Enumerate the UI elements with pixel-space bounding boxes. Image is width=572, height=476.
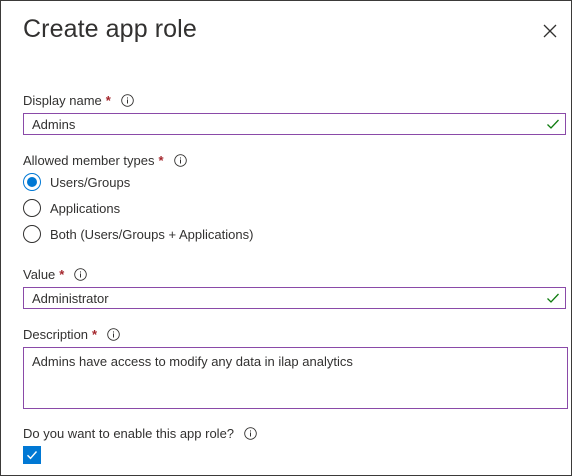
member-types-label: Allowed member types [23, 153, 155, 168]
info-icon[interactable] [74, 268, 88, 281]
required-marker: * [59, 267, 65, 282]
radio-label: Both (Users/Groups + Applications) [50, 226, 254, 242]
info-icon[interactable] [121, 94, 134, 107]
required-marker: * [158, 153, 164, 168]
description-label-row: Description * [23, 327, 120, 342]
value-input[interactable]: Administrator [23, 287, 566, 309]
enable-label: Do you want to enable this app role? [23, 426, 235, 441]
radio-both[interactable]: Both (Users/Groups + Applications) [23, 225, 253, 243]
required-marker: * [92, 327, 98, 342]
display-name-label-row: Display name * [23, 93, 134, 108]
description-label: Description [23, 327, 89, 342]
create-app-role-panel: Create app role Display name * Admins Al… [0, 0, 572, 476]
radio-label: Applications [50, 200, 121, 216]
radio-applications[interactable]: Applications [23, 199, 120, 217]
info-icon[interactable] [107, 328, 120, 341]
close-button[interactable] [539, 20, 561, 42]
close-icon [543, 24, 557, 38]
radio-users-groups[interactable]: Users/Groups [23, 173, 130, 191]
radio-button[interactable] [23, 173, 41, 191]
enable-checkbox[interactable] [23, 446, 41, 464]
value-input-value[interactable]: Administrator [24, 291, 546, 306]
checkmark-icon [546, 291, 560, 305]
enable-label-row: Do you want to enable this app role? [23, 426, 257, 441]
checkmark-icon [546, 117, 560, 131]
member-types-label-row: Allowed member types * [23, 153, 187, 168]
value-label: Value [23, 267, 56, 282]
description-value[interactable]: Admins have access to modify any data in… [24, 348, 567, 375]
radio-button[interactable] [23, 225, 41, 243]
radio-button[interactable] [23, 199, 41, 217]
checkbox-check-icon [27, 451, 38, 460]
info-icon[interactable] [244, 427, 257, 440]
description-textarea[interactable]: Admins have access to modify any data in… [23, 347, 568, 409]
display-name-label: Display name [23, 93, 102, 108]
display-name-value[interactable]: Admins [24, 117, 546, 132]
value-label-row: Value * [23, 267, 88, 282]
radio-label: Users/Groups [50, 174, 131, 190]
display-name-input[interactable]: Admins [23, 113, 566, 135]
required-marker: * [105, 93, 111, 108]
info-icon[interactable] [173, 154, 187, 167]
panel-title: Create app role [23, 15, 197, 43]
